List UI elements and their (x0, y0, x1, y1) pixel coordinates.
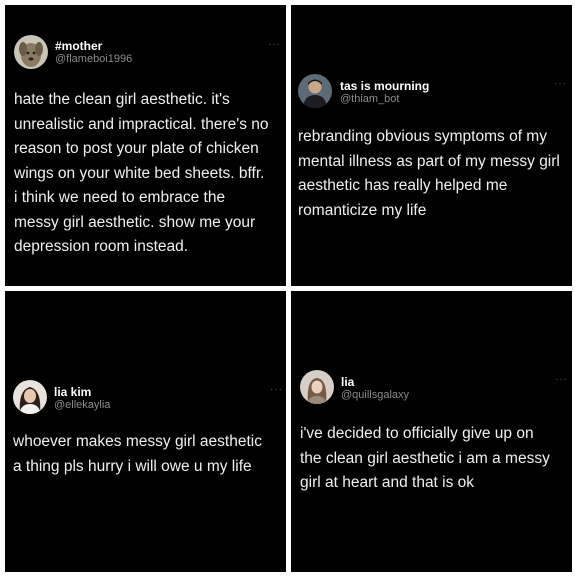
author-name[interactable]: #mother (55, 39, 102, 53)
tweet-line: rebranding obvious symptoms of my (298, 128, 547, 145)
tweet-card-lia[interactable]: lia @quillsgalaxy ··· i've decided to of… (291, 291, 572, 572)
tweet-line: girl at heart and that is ok (300, 474, 475, 491)
author-name[interactable]: lia (341, 375, 354, 389)
tweet-line: i've decided to officially give up on (300, 425, 534, 442)
tweet-text: whoever makes messy girl aesthetic a thi… (13, 430, 262, 479)
author-handle[interactable]: @quillsgalaxy (341, 389, 409, 401)
tweet-line: unrealistic and impractical. there's no (14, 115, 269, 133)
author-name[interactable]: tas is mourning (340, 79, 429, 93)
more-options-icon[interactable]: ··· (554, 78, 567, 89)
more-options-icon[interactable]: ··· (555, 374, 568, 385)
tweet-line: whoever makes messy girl aesthetic (13, 433, 262, 450)
more-options-icon[interactable]: ··· (270, 384, 283, 395)
tweet-card-lia-kim[interactable]: lia kim @ellekaylia ··· whoever makes me… (5, 291, 286, 572)
tweet-card-mother[interactable]: #mother @flameboi1996 ··· hate the clean… (5, 5, 286, 286)
tweet-line: i think we need to embrace the (14, 189, 226, 206)
author-name[interactable]: lia kim (54, 385, 91, 399)
tweet-line: wings on your white bed sheets. bffr. (14, 164, 265, 182)
woman-avatar-icon[interactable] (13, 380, 47, 414)
tweet-text: hate the clean girl aesthetic. it's unre… (14, 88, 269, 260)
tweet-line: reason to post your plate of chicken (14, 140, 259, 157)
tweet-line: hate the clean girl aesthetic. it's (14, 91, 230, 108)
tweet-line: romanticize my life (298, 201, 427, 219)
tweet-text: i've decided to officially give up on th… (300, 422, 550, 496)
tweet-line: the clean girl aesthetic i am a messy (300, 449, 550, 467)
tweet-line: messy girl aesthetic. show me your (14, 213, 256, 231)
tweet-line: aesthetic has really helped me (298, 177, 508, 194)
person-avatar-icon[interactable] (298, 74, 332, 108)
author-handle[interactable]: @flameboi1996 (55, 53, 132, 65)
author-handle[interactable]: @thiam_bot (340, 93, 399, 105)
portrait-avatar-icon[interactable] (300, 370, 334, 404)
tweet-line: depression room instead. (14, 238, 189, 255)
author-handle[interactable]: @ellekaylia (54, 399, 110, 411)
dog-avatar-icon[interactable] (14, 35, 48, 69)
more-options-icon[interactable]: ··· (268, 39, 281, 50)
tweet-line: a thing pls hurry i will owe u my life (13, 457, 252, 475)
tweet-card-tas[interactable]: tas is mourning @thiam_bot ··· rebrandin… (291, 5, 572, 286)
tweet-text: rebranding obvious symptoms of my mental… (298, 125, 560, 223)
tweet-line: mental illness as part of my messy girl (298, 152, 560, 170)
